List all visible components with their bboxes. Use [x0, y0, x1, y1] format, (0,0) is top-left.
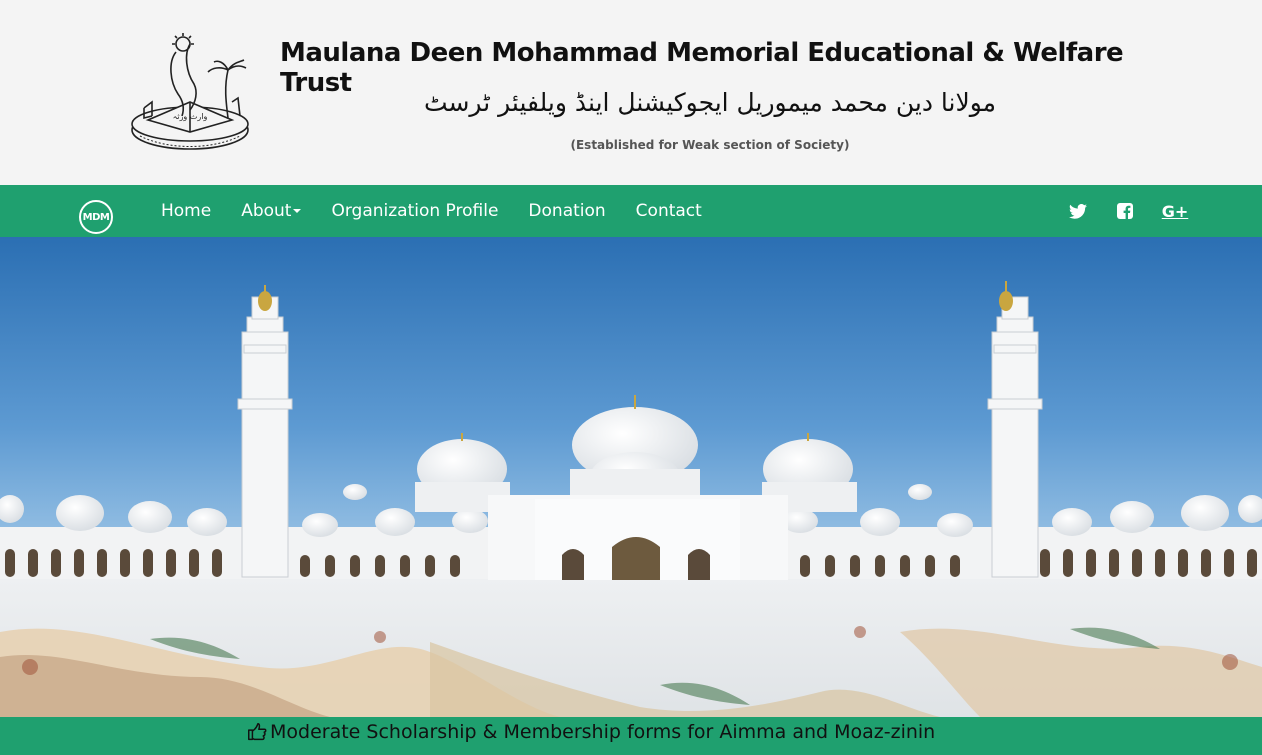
hero-banner — [0, 237, 1262, 717]
nav-organization-profile[interactable]: Organization Profile — [316, 201, 513, 221]
nav-home[interactable]: Home — [146, 201, 226, 221]
ticker-item[interactable]: Moderate Scholarship & Membership forms … — [246, 721, 935, 743]
logo-lettering: وارث ورثہ — [173, 112, 208, 121]
site-header: وارث ورثہ Maulana Deen Mohammad Memorial… — [0, 0, 1262, 185]
mosque-photo — [0, 237, 1262, 717]
brand-logo[interactable]: MDM — [79, 200, 113, 234]
news-ticker: Moderate Scholarship & Membership forms … — [0, 717, 1262, 755]
nav-donation[interactable]: Donation — [513, 201, 620, 221]
site-title-urdu: مولانا دین محمد میموریل ایجوکیشنل اینڈ و… — [423, 88, 997, 117]
nav-about[interactable]: About — [226, 201, 316, 221]
caret-down-icon — [293, 209, 302, 213]
trust-logo[interactable]: وارث ورثہ — [128, 32, 252, 154]
twitter-icon[interactable] — [1066, 185, 1090, 237]
main-navbar: MDM Home About Organization Profile Dona… — [0, 185, 1262, 237]
nav-menu: Home About Organization Profile Donation… — [146, 185, 717, 237]
hand-pointer-icon — [248, 723, 267, 741]
nav-about-label: About — [241, 201, 292, 221]
site-subtitle: (Established for Weak section of Society… — [570, 138, 850, 152]
nav-contact[interactable]: Contact — [621, 201, 717, 221]
google-plus-icon[interactable]: G+ — [1159, 185, 1191, 237]
facebook-icon[interactable] — [1113, 185, 1137, 237]
ticker-text: Moderate Scholarship & Membership forms … — [270, 721, 936, 743]
